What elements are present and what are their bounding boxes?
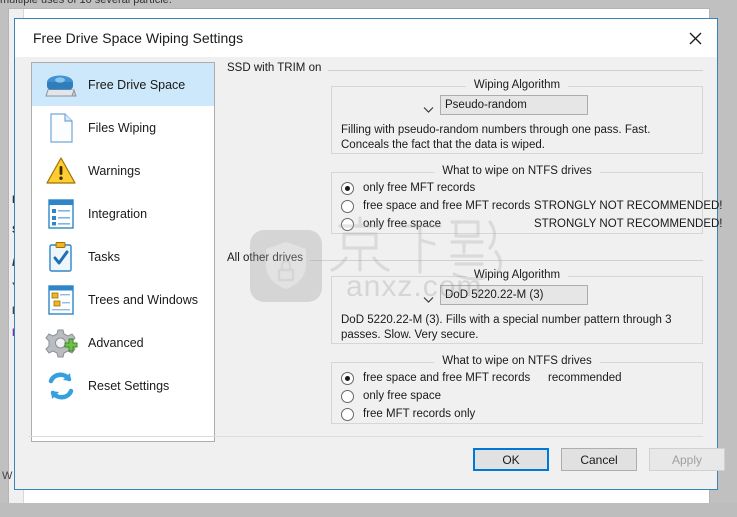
- background-bottom-bar: [0, 503, 737, 517]
- sidebar-item-label: Tasks: [88, 249, 120, 264]
- panel-ssd-ntfs-options: What to wipe on NTFS drives only free MF…: [331, 165, 723, 234]
- radio-indicator: [341, 407, 354, 421]
- dialog-body: Free Drive Space Files Wiping Warnings I…: [15, 57, 725, 489]
- group-all-other-drives: All other drives Wiping Algorithm DoD 52…: [227, 252, 703, 437]
- sidebar-item-files-wiping[interactable]: Files Wiping: [32, 106, 214, 149]
- group-legend: SSD with TRIM on: [227, 62, 329, 74]
- ok-button[interactable]: OK: [473, 448, 549, 471]
- sidebar-item-label: Files Wiping: [88, 120, 157, 135]
- sidebar-item-integration[interactable]: Integration: [32, 192, 214, 235]
- radio-ssd-free-space-and-mft[interactable]: free space and free MFT records: [341, 197, 530, 215]
- radio-indicator: [341, 389, 354, 403]
- settings-sidebar: Free Drive Space Files Wiping Warnings I…: [31, 62, 215, 442]
- radio-label: free MFT records only: [363, 408, 476, 420]
- panel-other-ntfs-options: What to wipe on NTFS drives free space a…: [331, 355, 703, 424]
- apply-button: Apply: [649, 448, 725, 471]
- radio-other-free-mft-only[interactable]: free MFT records only: [341, 405, 475, 423]
- group-ssd-with-trim: SSD with TRIM on Wiping Algorithm Pseudo…: [227, 62, 723, 247]
- list-document-icon: [42, 197, 80, 231]
- settings-dialog: Free Drive Space Wiping Settings Free Dr…: [14, 18, 725, 490]
- tree-window-icon: [42, 283, 80, 317]
- sidebar-item-tasks[interactable]: Tasks: [32, 235, 214, 278]
- radio-note-not-recommended: STRONGLY NOT RECOMMENDED!: [534, 218, 723, 230]
- refresh-arrows-icon: [42, 369, 80, 403]
- radio-indicator: [341, 181, 354, 195]
- radio-indicator: [341, 371, 354, 385]
- chevron-down-icon: [423, 291, 434, 309]
- sidebar-item-free-drive-space[interactable]: Free Drive Space: [32, 63, 214, 106]
- radio-indicator: [341, 217, 354, 231]
- sidebar-item-advanced[interactable]: Advanced: [32, 321, 214, 364]
- hard-drive-icon: [42, 68, 80, 102]
- chevron-down-icon: [423, 101, 434, 119]
- dialog-titlebar: Free Drive Space Wiping Settings: [15, 19, 717, 57]
- radio-note-recommended: recommended: [548, 372, 622, 384]
- radio-label: only free space: [363, 218, 441, 230]
- background-bottom-letter: W: [2, 470, 13, 482]
- footer-divider: [29, 436, 703, 437]
- sidebar-item-label: Free Drive Space: [88, 77, 186, 92]
- other-algorithm-select[interactable]: DoD 5220.22-M (3): [440, 285, 588, 305]
- sidebar-item-label: Trees and Windows: [88, 292, 198, 307]
- warning-triangle-icon: [42, 154, 80, 188]
- cancel-button[interactable]: Cancel: [561, 448, 637, 471]
- background-top-text: multiple uses of 10 several particle.: [0, 0, 172, 6]
- document-icon: [42, 111, 80, 145]
- close-icon[interactable]: [673, 19, 717, 57]
- ssd-algorithm-select[interactable]: Pseudo-random: [440, 95, 588, 115]
- sidebar-item-warnings[interactable]: Warnings: [32, 149, 214, 192]
- group-legend: All other drives: [227, 252, 311, 264]
- radio-other-only-free-space[interactable]: only free space: [341, 387, 441, 405]
- panel-caption: What to wipe on NTFS drives: [434, 355, 600, 367]
- dialog-title: Free Drive Space Wiping Settings: [33, 30, 244, 46]
- radio-label: only free space: [363, 390, 441, 402]
- sidebar-item-trees-and-windows[interactable]: Trees and Windows: [32, 278, 214, 321]
- radio-note-not-recommended: STRONGLY NOT RECOMMENDED!: [534, 200, 723, 212]
- clipboard-check-icon: [42, 240, 80, 274]
- sidebar-item-label: Integration: [88, 206, 148, 221]
- panel-caption: What to wipe on NTFS drives: [434, 165, 600, 177]
- radio-label: free space and free MFT records: [363, 372, 531, 384]
- radio-ssd-only-free-mft[interactable]: only free MFT records: [341, 179, 475, 197]
- gear-plus-icon: [42, 326, 80, 360]
- radio-label: only free MFT records: [363, 182, 476, 194]
- sidebar-item-label: Advanced: [88, 335, 144, 350]
- panel-other-wiping-algorithm: Wiping Algorithm DoD 5220.22-M (3) DoD 5…: [331, 269, 703, 344]
- panel-ssd-wiping-algorithm: Wiping Algorithm Pseudo-random Filling w…: [331, 79, 703, 154]
- panel-caption: Wiping Algorithm: [465, 269, 569, 281]
- other-algorithm-description: DoD 5220.22-M (3). Fills with a special …: [341, 314, 672, 341]
- sidebar-item-label: Reset Settings: [88, 378, 170, 393]
- settings-content: SSD with TRIM on Wiping Algorithm Pseudo…: [227, 62, 723, 429]
- radio-indicator: [341, 199, 354, 213]
- radio-label: free space and free MFT records: [363, 200, 531, 212]
- sidebar-item-reset-settings[interactable]: Reset Settings: [32, 364, 214, 407]
- panel-caption: Wiping Algorithm: [465, 79, 569, 91]
- radio-ssd-only-free-space[interactable]: only free space: [341, 215, 441, 233]
- sidebar-item-label: Warnings: [88, 163, 141, 178]
- ssd-algorithm-description: Filling with pseudo-random numbers throu…: [341, 124, 651, 151]
- radio-other-free-space-and-mft[interactable]: free space and free MFT records: [341, 369, 530, 387]
